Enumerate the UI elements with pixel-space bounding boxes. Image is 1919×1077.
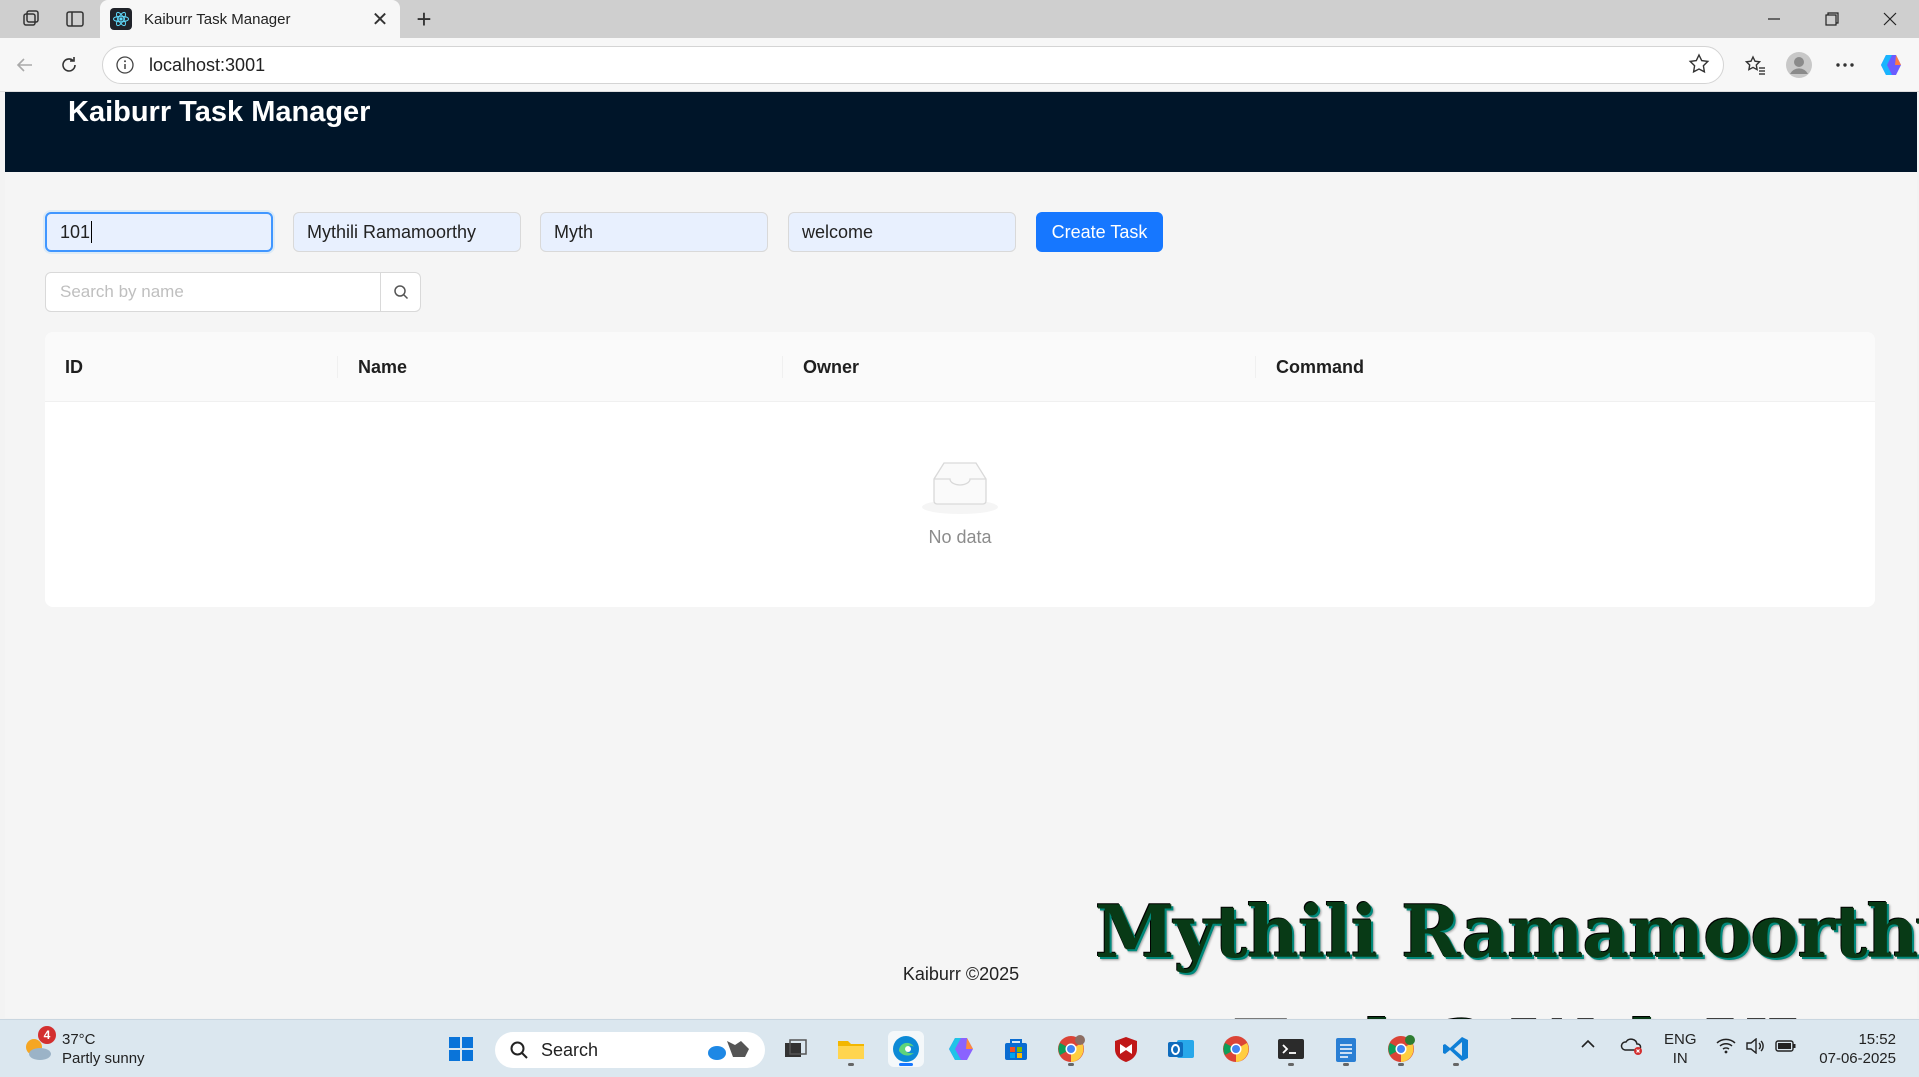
refresh-icon[interactable] bbox=[54, 50, 84, 80]
start-windows-icon[interactable] bbox=[443, 1031, 479, 1067]
tab-title: Kaiburr Task Manager bbox=[144, 10, 291, 28]
language-indicator[interactable]: ENG IN bbox=[1664, 1030, 1697, 1068]
app-header: Kaiburr Task Manager bbox=[5, 92, 1917, 172]
browser-toolbar: localhost:3001 bbox=[0, 38, 1919, 92]
task-command-input[interactable]: welcome bbox=[788, 212, 1016, 252]
battery-icon[interactable] bbox=[1775, 1038, 1797, 1054]
empty-inbox-icon bbox=[920, 457, 1000, 515]
column-header-id: ID bbox=[65, 356, 83, 377]
taskbar-search-label: Search bbox=[541, 1039, 599, 1060]
profile-avatar-icon[interactable] bbox=[1784, 50, 1814, 80]
weather-widget[interactable]: 4 37°C Partly sunny bbox=[20, 1026, 145, 1068]
tab-close-icon[interactable]: ✕ bbox=[370, 7, 390, 32]
column-header-command: Command bbox=[1276, 356, 1365, 377]
column-divider bbox=[782, 356, 783, 378]
site-info-icon[interactable] bbox=[115, 55, 135, 75]
column-divider bbox=[337, 356, 338, 378]
weather-badge: 4 bbox=[38, 1026, 56, 1044]
column-divider bbox=[1255, 356, 1256, 378]
search-icon bbox=[393, 285, 408, 300]
windows-taskbar: 4 37°C Partly sunny Search ENG IN 15:52 … bbox=[0, 1019, 1919, 1077]
app-title: Kaiburr Task Manager bbox=[68, 96, 371, 128]
search-highlight-icon bbox=[708, 1041, 749, 1060]
url-text[interactable]: localhost:3001 bbox=[149, 55, 1687, 76]
search-icon bbox=[510, 1041, 528, 1059]
microsoft-store-icon[interactable] bbox=[998, 1031, 1034, 1067]
table-header: ID Name Owner Command bbox=[45, 332, 1875, 402]
empty-text: No data bbox=[928, 527, 992, 547]
search-button[interactable] bbox=[381, 272, 421, 312]
task-owner-input[interactable]: Myth bbox=[540, 212, 768, 252]
clock-date: 07-06-2025 bbox=[1819, 1050, 1896, 1067]
weather-temp: 37°C bbox=[62, 1031, 96, 1048]
browser-tab-active[interactable]: Kaiburr Task Manager ✕ bbox=[100, 0, 400, 38]
terminal-icon[interactable] bbox=[1273, 1031, 1309, 1067]
task-name-value: Mythili Ramamoorthy bbox=[307, 221, 477, 242]
address-bar[interactable]: localhost:3001 bbox=[102, 46, 1724, 84]
create-task-button[interactable]: Create Task bbox=[1036, 212, 1163, 252]
back-arrow-icon[interactable] bbox=[10, 50, 40, 80]
system-clock[interactable]: 15:52 07-06-2025 bbox=[1816, 1030, 1896, 1068]
notepad-icon[interactable] bbox=[1328, 1031, 1364, 1067]
task-owner-value: Myth bbox=[554, 221, 594, 242]
copilot-app-icon[interactable] bbox=[943, 1031, 979, 1067]
vscode-icon[interactable] bbox=[1438, 1031, 1474, 1067]
app-page: Kaiburr Task Manager 101 Mythili Ramamoo… bbox=[5, 92, 1919, 1077]
copilot-icon[interactable] bbox=[1876, 50, 1906, 80]
restore-icon[interactable] bbox=[1803, 0, 1861, 38]
tasks-table: ID Name Owner Command No data bbox=[45, 332, 1875, 607]
show-hidden-icons-chevron-icon[interactable] bbox=[1580, 1038, 1596, 1050]
window-close-icon[interactable] bbox=[1861, 0, 1919, 38]
volume-icon[interactable] bbox=[1745, 1038, 1765, 1054]
overlay-author-name: Mythili Ramamoorthy bbox=[1095, 889, 1919, 974]
table-empty-state: No data bbox=[45, 402, 1875, 607]
task-name-input[interactable]: Mythili Ramamoorthy bbox=[293, 212, 521, 252]
edge-browser-icon[interactable] bbox=[888, 1031, 924, 1067]
task-command-value: welcome bbox=[802, 221, 874, 242]
chrome-profile-icon[interactable] bbox=[1053, 1031, 1089, 1067]
onedrive-status-icon[interactable] bbox=[1620, 1036, 1644, 1056]
file-explorer-icon[interactable] bbox=[833, 1031, 869, 1067]
chrome-profile-m-icon[interactable] bbox=[1383, 1031, 1419, 1067]
wifi-icon[interactable] bbox=[1716, 1038, 1736, 1054]
language-region: IN bbox=[1672, 1050, 1688, 1067]
weather-desc: Partly sunny bbox=[62, 1050, 145, 1067]
task-id-value: 101 bbox=[60, 221, 91, 242]
browser-tabstrip: Kaiburr Task Manager ✕ + bbox=[0, 0, 1919, 38]
more-menu-icon[interactable] bbox=[1830, 50, 1860, 80]
task-view-icon[interactable] bbox=[778, 1031, 814, 1067]
workspaces-icon[interactable] bbox=[14, 4, 48, 34]
search-input[interactable]: Search by name bbox=[45, 272, 381, 312]
chrome-icon[interactable] bbox=[1218, 1031, 1254, 1067]
new-tab-button[interactable]: + bbox=[408, 4, 440, 34]
minimize-icon[interactable] bbox=[1745, 0, 1803, 38]
mcafee-icon[interactable] bbox=[1108, 1031, 1144, 1067]
column-header-owner: Owner bbox=[803, 356, 860, 377]
taskbar-search[interactable]: Search bbox=[495, 1032, 765, 1068]
react-favicon-icon bbox=[110, 8, 132, 30]
vertical-tabs-icon[interactable] bbox=[58, 4, 92, 34]
clock-time: 15:52 bbox=[1858, 1031, 1896, 1048]
language-code: ENG bbox=[1664, 1031, 1697, 1048]
task-id-input[interactable]: 101 bbox=[45, 212, 273, 252]
favorites-icon[interactable] bbox=[1740, 50, 1770, 80]
text-caret bbox=[91, 221, 93, 243]
search-bar: Search by name bbox=[45, 272, 421, 312]
outlook-icon[interactable] bbox=[1163, 1031, 1199, 1067]
favorite-star-icon[interactable] bbox=[1687, 52, 1713, 78]
column-header-name: Name bbox=[358, 356, 408, 377]
